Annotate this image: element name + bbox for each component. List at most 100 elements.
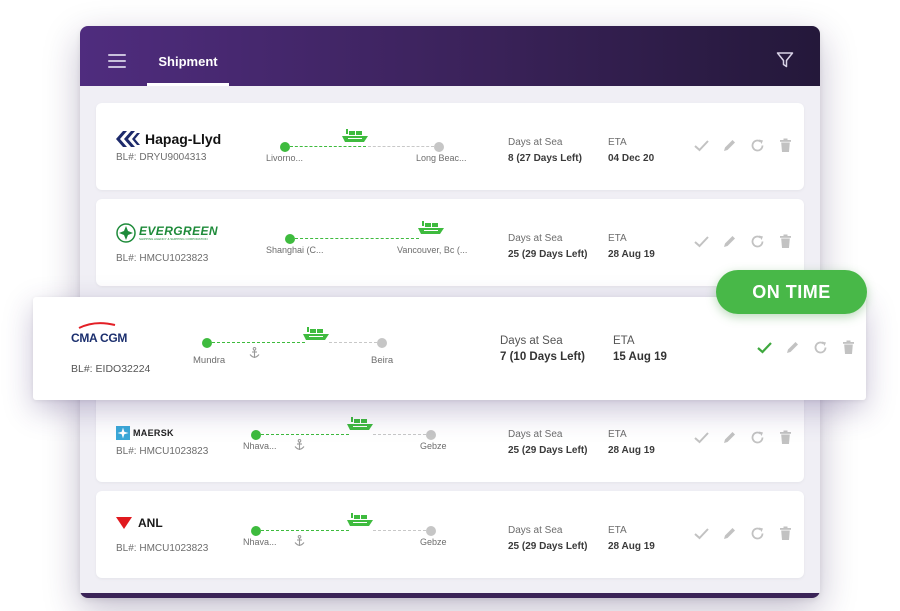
- carrier-name: EVERGREEN: [139, 223, 218, 238]
- anchor-icon: [294, 535, 305, 546]
- eta-label: ETA: [608, 233, 627, 244]
- ship-icon: [418, 221, 444, 234]
- origin-port: Nhava...: [243, 441, 277, 451]
- refresh-icon[interactable]: [749, 233, 766, 250]
- delete-icon[interactable]: [777, 233, 794, 250]
- delete-icon[interactable]: [777, 137, 794, 154]
- shipment-card[interactable]: MAERSK BL#: HMCU1023823 Nhava... Gebze D…: [96, 395, 804, 482]
- cma-cgm-swoosh-icon: [78, 322, 116, 329]
- bill-of-lading: BL#: DRYU9004313: [116, 152, 207, 163]
- ship-icon: [303, 327, 329, 340]
- refresh-icon[interactable]: [749, 137, 766, 154]
- destination-dot: [377, 338, 387, 348]
- carrier-logo: Hapag-Llyd: [116, 129, 221, 149]
- filter-icon[interactable]: [776, 51, 794, 69]
- destination-dot: [434, 142, 444, 152]
- refresh-icon[interactable]: [749, 525, 766, 542]
- edit-icon[interactable]: [721, 233, 738, 250]
- eta-value: 28 Aug 19: [608, 249, 655, 260]
- ship-icon: [342, 129, 368, 142]
- carrier-name: Hapag-Llyd: [145, 131, 222, 147]
- carrier-name: CMA CGM: [71, 331, 128, 345]
- destination-port: Vancouver, Bc (...: [397, 245, 468, 255]
- eta-label: ETA: [608, 525, 627, 536]
- destination-port: Gebze: [420, 537, 447, 547]
- shipment-card[interactable]: EVERGREEN SHIPPING AGENCY & SHIPPING COR…: [96, 199, 804, 286]
- tab-shipment[interactable]: Shipment: [147, 26, 229, 86]
- origin-dot: [202, 338, 212, 348]
- anchor-icon: [249, 347, 260, 358]
- delete-icon[interactable]: [840, 339, 857, 356]
- bill-of-lading: BL#: EIDO32224: [71, 363, 151, 375]
- anchor-icon: [294, 439, 305, 450]
- refresh-icon[interactable]: [749, 429, 766, 446]
- check-icon[interactable]: [693, 137, 710, 154]
- eta-label: ETA: [608, 137, 627, 148]
- origin-port: Shanghai (C...: [266, 245, 324, 255]
- delete-icon[interactable]: [777, 429, 794, 446]
- carrier-logo: ANL: [116, 513, 163, 533]
- origin-dot: [285, 234, 295, 244]
- evergreen-logo-icon: [116, 223, 136, 243]
- days-at-sea-label: Days at Sea: [508, 525, 563, 536]
- row-actions: [756, 339, 857, 356]
- check-icon[interactable]: [693, 429, 710, 446]
- row-actions: [693, 233, 794, 250]
- check-icon[interactable]: [693, 233, 710, 250]
- days-at-sea-value: 25 (29 Days Left): [508, 541, 588, 552]
- carrier-subtitle: SHIPPING AGENCY & SHIPPING CORPORATION: [139, 236, 208, 241]
- origin-dot: [251, 526, 261, 536]
- days-at-sea-value: 8 (27 Days Left): [508, 153, 582, 164]
- destination-dot: [426, 526, 436, 536]
- carrier-logo: MAERSK: [116, 423, 174, 443]
- anl-triangle-icon: [116, 517, 132, 529]
- eta-label: ETA: [613, 335, 635, 347]
- row-actions: [693, 137, 794, 154]
- origin-dot: [251, 430, 261, 440]
- destination-port: Long Beac...: [416, 153, 467, 163]
- row-actions: [693, 429, 794, 446]
- bill-of-lading: BL#: HMCU1023823: [116, 253, 209, 264]
- origin-port: Mundra: [193, 355, 226, 366]
- check-icon[interactable]: [756, 339, 773, 356]
- days-at-sea-label: Days at Sea: [500, 335, 563, 347]
- hapag-lloyd-logo-icon: [116, 131, 140, 147]
- eta-value: 15 Aug 19: [613, 351, 667, 363]
- bill-of-lading: BL#: HMCU1023823: [116, 446, 209, 457]
- edit-icon[interactable]: [721, 137, 738, 154]
- edit-icon[interactable]: [721, 525, 738, 542]
- shipment-card[interactable]: Hapag-Llyd BL#: DRYU9004313 Livorno... L…: [96, 103, 804, 190]
- days-at-sea-value: 25 (29 Days Left): [508, 445, 588, 456]
- destination-port: Gebze: [420, 441, 447, 451]
- check-icon[interactable]: [693, 525, 710, 542]
- days-at-sea-label: Days at Sea: [508, 429, 563, 440]
- days-at-sea-label: Days at Sea: [508, 137, 563, 148]
- app-bottom-bar: [80, 593, 820, 598]
- destination-dot: [426, 430, 436, 440]
- ship-icon: [347, 417, 373, 430]
- days-at-sea-value: 7 (10 Days Left): [500, 351, 586, 363]
- bill-of-lading: BL#: HMCU1023823: [116, 543, 209, 554]
- ship-icon: [347, 513, 373, 526]
- app-header: Shipment: [80, 26, 820, 86]
- origin-dot: [280, 142, 290, 152]
- row-actions: [693, 525, 794, 542]
- origin-port: Nhava...: [243, 537, 277, 547]
- refresh-icon[interactable]: [812, 339, 829, 356]
- edit-icon[interactable]: [721, 429, 738, 446]
- menu-icon[interactable]: [108, 54, 126, 68]
- shipment-card[interactable]: ANL BL#: HMCU1023823 Nhava... Gebze Days…: [96, 491, 804, 578]
- eta-value: 28 Aug 19: [608, 541, 655, 552]
- on-time-badge: ON TIME: [716, 270, 867, 314]
- days-at-sea-value: 25 (29 Days Left): [508, 249, 588, 260]
- destination-port: Beira: [371, 355, 394, 366]
- eta-value: 28 Aug 19: [608, 445, 655, 456]
- edit-icon[interactable]: [784, 339, 801, 356]
- origin-port: Livorno...: [266, 153, 304, 163]
- carrier-name: MAERSK: [133, 428, 174, 438]
- delete-icon[interactable]: [777, 525, 794, 542]
- eta-value: 04 Dec 20: [608, 153, 655, 164]
- eta-label: ETA: [608, 429, 627, 440]
- maersk-star-icon: [116, 426, 130, 440]
- days-at-sea-label: Days at Sea: [508, 233, 563, 244]
